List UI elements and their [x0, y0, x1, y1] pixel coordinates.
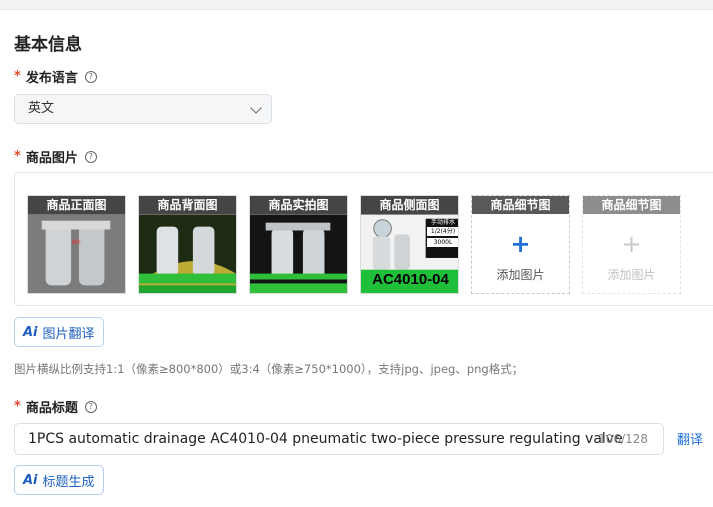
- language-selected-value: 英文: [28, 101, 55, 116]
- plus-icon: +: [621, 230, 642, 258]
- image-slot-detail-add[interactable]: 商品细节图 + 添加图片: [471, 195, 570, 294]
- required-mark: *: [14, 399, 21, 414]
- language-label: 发布语言: [25, 71, 78, 86]
- help-icon[interactable]: ?: [84, 400, 97, 413]
- required-mark: *: [14, 69, 21, 84]
- add-image-label: 添加图片: [496, 268, 545, 282]
- title-generate-label: 标题生成: [42, 474, 95, 490]
- top-divider: [0, 0, 713, 10]
- help-icon[interactable]: ?: [84, 70, 97, 83]
- add-image-label: 添加图片: [607, 268, 656, 282]
- model-overlay-text: AC4010-04: [372, 271, 449, 288]
- image-slot-caption: 商品背面图: [139, 196, 236, 214]
- image-slot-back[interactable]: 商品背面图: [138, 195, 237, 294]
- title-generate-button[interactable]: Ai 标题生成: [14, 465, 104, 495]
- title-label: 商品标题: [25, 401, 78, 416]
- title-translate-link[interactable]: 翻译: [677, 429, 703, 448]
- spec-tag-top: 手动排水: [430, 219, 455, 226]
- image-slot-real-shot[interactable]: 商品实拍图: [249, 195, 348, 294]
- section-title: 基本信息: [14, 35, 82, 55]
- spec-tag: 手动排水 1/2(4分) 3000L: [427, 218, 458, 247]
- image-slot-caption: 商品实拍图: [250, 196, 347, 214]
- image-slot-caption: 商品细节图: [583, 196, 680, 214]
- images-label-row: * 商品图片 ?: [14, 147, 97, 166]
- image-slot-caption: 商品正面图: [28, 196, 125, 214]
- help-icon[interactable]: ?: [84, 150, 97, 163]
- spec-tag-mid: 1/2(4分): [427, 227, 458, 236]
- image-slot-detail-disabled: 商品细节图 + 添加图片: [582, 195, 681, 294]
- plus-icon: +: [510, 230, 531, 258]
- chevron-down-icon: [250, 102, 262, 114]
- title-label-row: * 商品标题 ?: [14, 397, 97, 416]
- ai-icon: Ai: [23, 324, 38, 340]
- title-input[interactable]: 1PCS automatic drainage AC4010-04 pneuma…: [14, 423, 664, 455]
- product-photo-front: Wh: [28, 214, 125, 293]
- image-slot-caption: 商品侧面图: [361, 196, 458, 214]
- product-photo-back: [139, 214, 236, 293]
- product-photo-real: [250, 214, 347, 293]
- image-translate-button[interactable]: Ai 图片翻译: [14, 317, 104, 347]
- image-format-hint: 图片横纵比例支持1:1（像素≥800*800）或3:4（像素≥750*1000）…: [14, 362, 524, 376]
- language-label-row: * 发布语言 ?: [14, 67, 97, 86]
- title-value: 1PCS automatic drainage AC4010-04 pneuma…: [28, 431, 623, 447]
- char-counter: 106/128: [598, 432, 648, 446]
- image-slot-caption: 商品细节图: [472, 196, 569, 214]
- language-select[interactable]: 英文: [14, 94, 272, 124]
- spec-tag-bottom: 3000L: [427, 238, 458, 247]
- images-label: 商品图片: [25, 151, 78, 166]
- required-mark: *: [14, 149, 21, 164]
- image-slot-side[interactable]: 商品侧面图 手动排水 1/2(4分) 3000L AC4010-04: [360, 195, 459, 294]
- ai-icon: Ai: [23, 472, 38, 488]
- image-slot-front[interactable]: 商品正面图 Wh: [27, 195, 126, 294]
- image-translate-label: 图片翻译: [42, 326, 95, 342]
- svg-text:Wh: Wh: [71, 240, 81, 246]
